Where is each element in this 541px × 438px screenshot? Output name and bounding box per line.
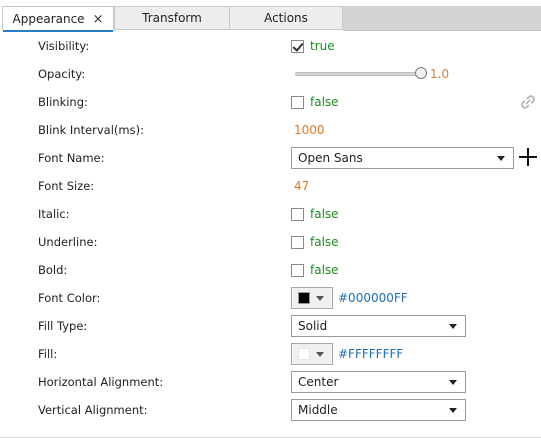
fill-type-select[interactable]: Solid [291, 315, 466, 337]
tab-appearance-label: Appearance [12, 12, 85, 26]
tab-actions-label: Actions [264, 11, 308, 25]
font-name-label: Font Name: [38, 151, 105, 165]
blink-interval-value[interactable]: 1000 [294, 123, 325, 137]
font-color-value: #000000FF [338, 291, 408, 305]
row-bold: Bold: false [0, 256, 541, 284]
row-italic: Italic: false [0, 200, 541, 228]
visibility-label: Visibility: [38, 39, 90, 53]
font-color-label: Font Color: [38, 291, 101, 305]
row-fill-type: Fill Type: Solid [0, 312, 541, 340]
opacity-slider[interactable] [291, 66, 428, 82]
bold-label: Bold: [38, 263, 68, 277]
chevron-down-icon [449, 324, 457, 329]
vertical-alignment-select[interactable]: Middle [291, 399, 466, 421]
vertical-alignment-label: Vertical Alignment: [38, 403, 148, 417]
tab-strip-filler [343, 6, 541, 31]
tab-appearance[interactable]: Appearance × [2, 6, 114, 32]
font-size-value[interactable]: 47 [294, 179, 309, 193]
add-icon[interactable] [519, 148, 537, 166]
blink-interval-label: Blink Interval(ms): [38, 123, 144, 137]
font-name-select[interactable]: Open Sans [291, 147, 514, 169]
underline-checkbox[interactable] [291, 235, 304, 249]
chevron-down-icon [449, 408, 457, 413]
horizontal-alignment-label: Horizontal Alignment: [38, 375, 164, 389]
italic-checkbox[interactable] [291, 207, 304, 221]
row-blinking: Blinking: false [0, 88, 541, 116]
blinking-label: Blinking: [38, 95, 88, 109]
link-icon[interactable] [518, 92, 538, 112]
opacity-label: Opacity: [38, 67, 86, 81]
row-font-name: Font Name: Open Sans [0, 144, 541, 172]
underline-value: false [310, 235, 339, 249]
row-horizontal-alignment: Horizontal Alignment: Center [0, 368, 541, 396]
row-underline: Underline: false [0, 228, 541, 256]
close-icon[interactable]: × [93, 12, 104, 27]
tab-bar: Appearance × Transform Actions [0, 0, 541, 32]
properties-panel: Visibility: true Opacity: 1.0 Blinking: … [0, 30, 541, 438]
font-color-picker[interactable] [291, 287, 333, 309]
visibility-checkbox[interactable] [291, 39, 304, 53]
fill-color-swatch [298, 348, 310, 360]
tab-transform[interactable]: Transform [114, 6, 230, 30]
vertical-alignment-value: Middle [298, 403, 338, 417]
italic-value: false [310, 207, 339, 221]
fill-label: Fill: [38, 347, 58, 361]
row-vertical-alignment: Vertical Alignment: Middle [0, 396, 541, 424]
tab-actions[interactable]: Actions [229, 6, 343, 30]
row-font-size: Font Size: 47 [0, 172, 541, 200]
opacity-slider-thumb[interactable] [415, 67, 427, 79]
bold-value: false [310, 263, 339, 277]
visibility-value: true [310, 39, 335, 53]
row-blink-interval: Blink Interval(ms): 1000 [0, 116, 541, 144]
blinking-value: false [310, 95, 339, 109]
row-font-color: Font Color: #000000FF [0, 284, 541, 312]
row-visibility: Visibility: true [0, 32, 541, 60]
opacity-slider-track [295, 72, 420, 76]
chevron-down-icon [316, 296, 324, 301]
font-name-value: Open Sans [298, 151, 363, 165]
fill-type-value: Solid [298, 319, 328, 333]
horizontal-alignment-select[interactable]: Center [291, 371, 466, 393]
chevron-down-icon [316, 352, 324, 357]
horizontal-alignment-value: Center [298, 375, 339, 389]
fill-color-value: #FFFFFFFF [338, 347, 404, 361]
font-size-label: Font Size: [38, 179, 95, 193]
chevron-down-icon [449, 380, 457, 385]
row-fill: Fill: #FFFFFFFF [0, 340, 541, 368]
fill-type-label: Fill Type: [38, 319, 88, 333]
italic-label: Italic: [38, 207, 70, 221]
font-color-swatch [298, 292, 310, 304]
opacity-value: 1.0 [430, 67, 450, 81]
row-opacity: Opacity: 1.0 [0, 60, 541, 88]
underline-label: Underline: [38, 235, 98, 249]
chevron-down-icon [497, 156, 505, 161]
bold-checkbox[interactable] [291, 263, 304, 277]
fill-color-picker[interactable] [291, 343, 333, 365]
tab-transform-label: Transform [142, 11, 202, 25]
blinking-checkbox[interactable] [291, 95, 304, 109]
